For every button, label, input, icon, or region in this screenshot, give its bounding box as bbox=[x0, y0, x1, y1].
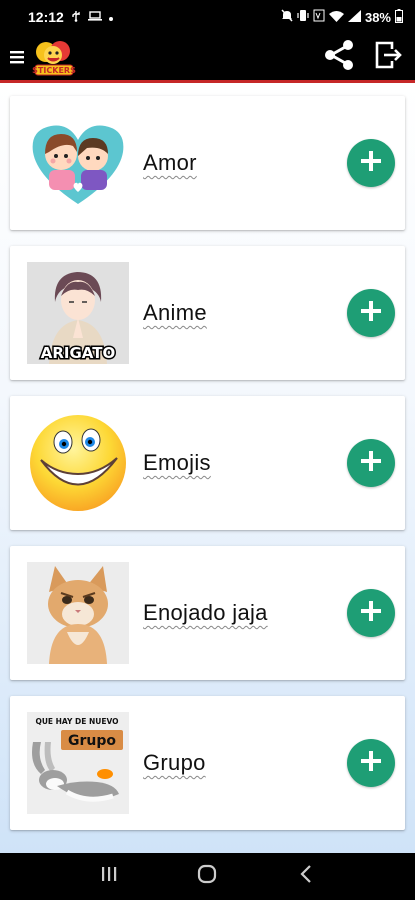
back-icon bbox=[299, 864, 313, 889]
vibrate-icon bbox=[297, 9, 309, 25]
pack-thumbnail-grupo: QUE HAY DE NUEVO Grupo bbox=[27, 712, 129, 814]
add-pack-button-anime[interactable] bbox=[347, 289, 395, 337]
battery-icon bbox=[395, 8, 403, 26]
dot-icon bbox=[108, 9, 114, 25]
app-logo: STICKERS bbox=[32, 37, 76, 77]
grupo-thumb-caption-top: QUE HAY DE NUEVO bbox=[35, 717, 118, 726]
pack-label: Grupo bbox=[143, 750, 206, 775]
recents-icon bbox=[99, 865, 119, 888]
pack-thumbnail-amor bbox=[27, 112, 129, 214]
pack-label: Amor bbox=[143, 150, 197, 175]
plus-icon bbox=[359, 599, 383, 628]
system-nav-bar bbox=[0, 853, 415, 900]
home-icon bbox=[196, 863, 218, 890]
grupo-thumb-badge: Grupo bbox=[68, 733, 116, 749]
share-button[interactable] bbox=[321, 39, 357, 75]
signal-icon bbox=[347, 9, 361, 25]
status-time: 12:12 bbox=[28, 9, 64, 25]
volte-icon bbox=[313, 9, 325, 25]
plus-icon bbox=[359, 749, 383, 778]
anime-thumb-caption: ARIGATO bbox=[41, 344, 115, 362]
status-bar: 12:12 38% bbox=[0, 0, 415, 34]
plus-icon bbox=[359, 299, 383, 328]
add-pack-button-grupo[interactable] bbox=[347, 739, 395, 787]
pack-card-amor[interactable]: Amor bbox=[10, 96, 405, 230]
pack-thumbnail-emojis bbox=[27, 412, 129, 514]
add-pack-button-amor[interactable] bbox=[347, 139, 395, 187]
exit-button[interactable] bbox=[371, 39, 407, 75]
plus-icon bbox=[359, 449, 383, 478]
add-pack-button-enojado-jaja[interactable] bbox=[347, 589, 395, 637]
exit-icon bbox=[374, 40, 404, 75]
pack-card-anime[interactable]: ARIGATO Anime bbox=[10, 246, 405, 380]
home-button[interactable] bbox=[187, 857, 227, 897]
laptop-icon bbox=[87, 9, 102, 25]
recents-button[interactable] bbox=[89, 857, 129, 897]
pack-card-enojado-jaja[interactable]: Enojado jaja bbox=[10, 546, 405, 680]
wifi-icon bbox=[328, 10, 344, 25]
add-pack-button-emojis[interactable] bbox=[347, 439, 395, 487]
share-icon bbox=[322, 38, 356, 77]
menu-icon bbox=[9, 49, 25, 65]
menu-button[interactable] bbox=[2, 34, 32, 80]
pack-thumbnail-enojado-jaja bbox=[27, 562, 129, 664]
app-toolbar: STICKERS bbox=[0, 34, 415, 80]
sticker-pack-list: Amor ARIGATO Anime Emojis Enojado jaja Q… bbox=[10, 96, 405, 846]
pack-label: Emojis bbox=[143, 450, 211, 475]
pack-thumbnail-anime: ARIGATO bbox=[27, 262, 129, 364]
content-area: Amor ARIGATO Anime Emojis Enojado jaja Q… bbox=[0, 83, 415, 853]
pack-label: Enojado jaja bbox=[143, 600, 268, 625]
battery-percent: 38% bbox=[364, 9, 391, 25]
plus-icon bbox=[359, 149, 383, 178]
usb-icon bbox=[70, 9, 82, 25]
pack-label: Anime bbox=[143, 300, 207, 325]
pack-card-grupo[interactable]: QUE HAY DE NUEVO Grupo Grupo bbox=[10, 696, 405, 830]
logo-text: STICKERS bbox=[32, 66, 76, 75]
mute-icon bbox=[281, 9, 293, 25]
back-button[interactable] bbox=[286, 857, 326, 897]
pack-card-emojis[interactable]: Emojis bbox=[10, 396, 405, 530]
